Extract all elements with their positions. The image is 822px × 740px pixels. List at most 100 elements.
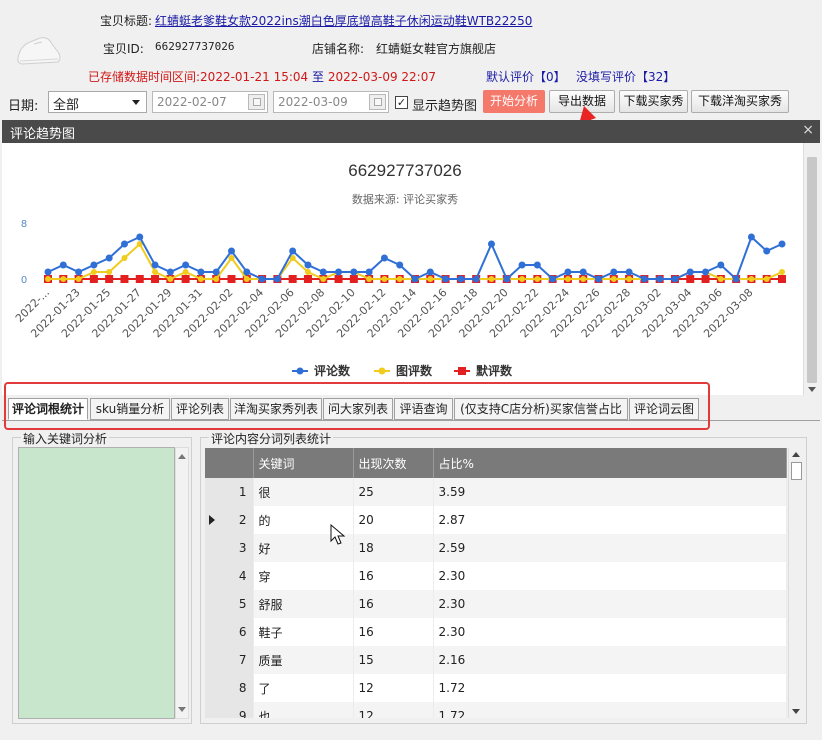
row-number: 7 xyxy=(205,646,254,674)
percent-cell: 2.30 xyxy=(433,590,787,618)
end-date-value: 2022-03-09 xyxy=(278,95,348,109)
calendar-icon[interactable] xyxy=(248,94,265,110)
row-number: 8 xyxy=(205,674,254,702)
chevron-down-icon xyxy=(132,100,140,105)
scroll-down-icon[interactable] xyxy=(808,387,816,392)
data-point xyxy=(366,276,373,282)
chart-title: 662927737026 xyxy=(348,161,461,180)
count-cell: 16 xyxy=(353,562,434,590)
count-cell: 18 xyxy=(353,534,434,562)
data-point xyxy=(75,276,82,282)
count-cell: 12 xyxy=(353,702,434,718)
percent-cell: 1.72 xyxy=(433,702,787,718)
scroll-down-icon[interactable] xyxy=(178,707,186,712)
keyword-input-box[interactable] xyxy=(18,447,175,719)
close-icon[interactable]: × xyxy=(802,122,814,138)
data-point xyxy=(442,275,450,283)
percent-cell: 2.30 xyxy=(433,618,787,646)
data-point xyxy=(181,275,190,283)
table-row[interactable]: 5 舒服 16 2.30 xyxy=(205,590,787,618)
table-scrollbar[interactable] xyxy=(788,448,804,718)
data-point xyxy=(303,275,312,283)
data-point xyxy=(533,261,541,269)
table-header-row: 关键词 出现次数 占比% xyxy=(205,448,787,478)
shop-label: 店铺名称: xyxy=(312,42,365,56)
legend-marker xyxy=(296,367,304,375)
data-point xyxy=(640,275,648,283)
chart-scrollbar[interactable] xyxy=(803,143,820,395)
data-point xyxy=(579,268,587,276)
data-point xyxy=(320,276,327,282)
y-tick-label: 0 xyxy=(21,275,27,286)
data-point xyxy=(228,255,235,261)
data-point xyxy=(90,261,98,269)
keyword-column-header[interactable]: 关键词 xyxy=(253,448,354,478)
title-label: 宝贝标题: xyxy=(100,14,153,28)
date-range-select[interactable]: 全部 xyxy=(48,91,147,113)
data-point xyxy=(748,276,755,282)
trend-chart: 662927737026数据来源: 评论买家秀802022-...2022-01… xyxy=(13,161,786,378)
data-point xyxy=(89,275,98,283)
legend-label: 默评数 xyxy=(476,363,513,378)
count-column-header[interactable]: 出现次数 xyxy=(353,448,434,478)
data-point xyxy=(349,275,358,283)
percent-cell: 2.59 xyxy=(433,534,787,562)
data-point xyxy=(136,233,144,241)
data-point xyxy=(656,275,664,283)
data-point xyxy=(534,276,541,282)
data-point xyxy=(717,261,725,269)
trend-chart-area: 662927737026 数据来源: 评论买家秀 8 0 2022-... 2022-01… xyxy=(2,143,820,395)
data-point xyxy=(197,268,205,276)
table-row[interactable]: 9 也 12 1.72 xyxy=(205,702,787,718)
data-point xyxy=(763,276,770,282)
download-foreign-buyer-show-button[interactable]: 下载洋淘买家秀 xyxy=(691,90,789,113)
keyword-cell: 很 xyxy=(253,478,354,506)
calendar-icon[interactable] xyxy=(369,94,386,110)
keyword-input-scrollbar[interactable] xyxy=(175,447,189,719)
table-row[interactable]: 7 质量 15 2.16 xyxy=(205,646,787,674)
table-row[interactable]: 8 了 12 1.72 xyxy=(205,674,787,702)
data-point xyxy=(213,276,220,282)
product-title-link[interactable]: 红蜻蜓老爹鞋女款2022ins潮白色厚底增高鞋子休闲运动鞋WTB22250 xyxy=(155,12,532,29)
data-point xyxy=(671,275,679,283)
table-row[interactable]: 2 的 20 2.87 xyxy=(205,506,787,534)
data-point xyxy=(686,268,694,276)
data-point xyxy=(44,268,52,276)
percent-cell: 2.87 xyxy=(433,506,787,534)
data-point xyxy=(288,275,297,283)
chart-scrollbar-thumb[interactable] xyxy=(807,157,817,383)
percent-cell: 3.59 xyxy=(433,478,787,506)
default-review-count[interactable]: 默认评价【0】 xyxy=(486,68,566,85)
data-point xyxy=(610,276,617,282)
data-point xyxy=(396,276,403,282)
no-review-count[interactable]: 没填写评价【32】 xyxy=(576,68,675,85)
trend-panel-title: 评论趋势图 xyxy=(10,127,76,142)
data-point xyxy=(243,268,251,276)
data-point xyxy=(747,233,755,241)
data-point xyxy=(564,268,572,276)
data-point xyxy=(121,255,128,261)
end-date-picker[interactable]: 2022-03-09 xyxy=(273,91,389,113)
start-analysis-button[interactable]: 开始分析 xyxy=(483,90,545,113)
table-row[interactable]: 4 穿 16 2.30 xyxy=(205,562,787,590)
percent-column-header[interactable]: 占比% xyxy=(433,448,787,478)
trend-checkbox[interactable]: ✓ xyxy=(395,96,408,109)
row-number: 9 xyxy=(205,702,254,718)
table-row[interactable]: 1 很 25 3.59 xyxy=(205,478,787,506)
data-point xyxy=(702,268,710,276)
data-point xyxy=(518,261,526,269)
table-scrollbar-thumb[interactable] xyxy=(791,462,802,480)
scroll-down-icon[interactable] xyxy=(792,709,800,714)
keyword-input-group: 输入关键词分析 xyxy=(12,430,192,724)
table-row[interactable]: 3 好 18 2.59 xyxy=(205,534,787,562)
percent-cell: 1.72 xyxy=(433,674,787,702)
data-point xyxy=(334,275,343,283)
scroll-up-icon[interactable] xyxy=(178,454,186,459)
start-date-picker[interactable]: 2022-02-07 xyxy=(152,91,268,113)
scroll-up-icon[interactable] xyxy=(792,452,800,457)
data-point xyxy=(396,261,404,269)
table-row[interactable]: 6 鞋子 16 2.30 xyxy=(205,618,787,646)
data-point xyxy=(166,268,174,276)
data-point xyxy=(151,275,160,283)
data-point xyxy=(120,275,129,283)
